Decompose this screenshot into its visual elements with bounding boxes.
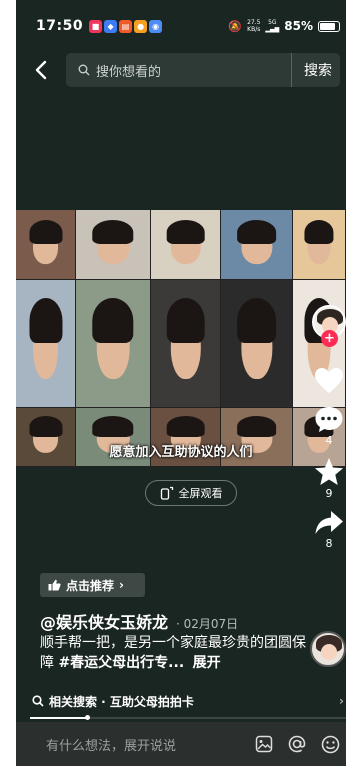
author-avatar[interactable]: + — [312, 305, 346, 347]
search-button[interactable]: 搜索 — [291, 53, 340, 87]
author-name[interactable]: @娱乐侠女玉娇龙 — [40, 609, 168, 633]
share-count: 8 — [325, 537, 333, 550]
video-tile — [151, 210, 221, 280]
signal-indicator: 5G ▂▄▆ — [265, 19, 280, 33]
search-placeholder: 搜你想看的 — [96, 64, 162, 80]
video-player[interactable] — [16, 210, 346, 467]
network-speed: 27.5 KB/s — [247, 19, 261, 33]
like-button[interactable] — [314, 367, 344, 395]
star-icon — [315, 458, 343, 485]
top-bar: 搜你想看的 搜索 — [16, 52, 346, 88]
battery-level — [320, 22, 336, 30]
follow-button[interactable]: + — [321, 330, 338, 347]
side-actions: + 4 9 8 — [312, 305, 346, 560]
search-input[interactable]: 搜你想看的 搜索 — [66, 53, 340, 87]
progress-fill — [30, 717, 87, 719]
signal-bars-icon: ▂▄▆ — [265, 26, 280, 33]
video-tile — [76, 210, 151, 280]
video-caption: 愿意加入互助协议的人们 — [109, 445, 253, 460]
thumbs-up-icon — [48, 579, 61, 591]
app-notification-icon: ● — [134, 19, 148, 33]
comment-count: 4 — [325, 434, 333, 447]
back-arrow-icon — [35, 60, 47, 80]
back-button[interactable] — [16, 52, 66, 88]
favorite-button[interactable]: 9 — [314, 457, 344, 500]
comment-tools — [255, 734, 340, 754]
battery-icon — [318, 20, 340, 32]
app-notification-icon: ◆ — [104, 19, 118, 33]
status-right: 🔕 27.5 KB/s 5G ▂▄▆ 85% — [228, 19, 340, 33]
related-search-label: 相关搜索 · 互助父母拍拍卡 — [49, 694, 194, 709]
video-tile — [76, 280, 151, 408]
video-progress-bar[interactable] — [30, 715, 346, 720]
comment-button[interactable]: 4 — [314, 405, 344, 447]
comment-input[interactable]: 有什么想法，展开说说 — [46, 735, 176, 754]
battery-percent: 85% — [284, 19, 313, 33]
mute-icon: 🔕 — [228, 19, 243, 33]
fullscreen-label: 全屏观看 — [178, 487, 223, 500]
post-date: · 02月07日 — [176, 617, 239, 631]
post-description[interactable]: 顺手帮一把，是另一个家庭最珍贵的团圆保障 #春运父母出行专... 展开 — [40, 633, 310, 673]
recommend-label: 点击推荐 — [66, 578, 115, 593]
heart-icon — [315, 368, 343, 393]
progress-handle[interactable] — [84, 715, 90, 720]
chevron-right-icon: › — [119, 578, 124, 592]
comment-icon — [315, 407, 343, 432]
fullscreen-button[interactable]: 全屏观看 — [145, 480, 237, 506]
share-arrow-icon — [315, 511, 343, 534]
author-line: @娱乐侠女玉娇龙 · 02月07日 — [40, 609, 238, 633]
video-screen: 17:50 ■ ◆ ▤ ● ◉ 🔕 27.5 KB/s 5G ▂▄▆ 85% 搜… — [16, 0, 346, 766]
app-notification-icon: ◉ — [149, 19, 163, 33]
video-tile — [151, 280, 221, 408]
fullscreen-icon — [160, 486, 173, 500]
video-tile — [16, 210, 76, 280]
video-tile — [221, 210, 293, 280]
video-tile — [16, 280, 76, 408]
favorite-count: 9 — [325, 487, 333, 500]
mention-icon[interactable] — [287, 734, 307, 754]
recommend-button[interactable]: 点击推荐 › — [40, 573, 145, 597]
search-icon — [78, 64, 90, 76]
video-tile — [293, 210, 346, 280]
chevron-right-icon: › — [339, 694, 344, 708]
hashtag-link[interactable]: #春运父母出行专... — [58, 655, 184, 671]
status-bar: 17:50 ■ ◆ ▤ ● ◉ 🔕 27.5 KB/s 5G ▂▄▆ 85% — [16, 0, 346, 52]
app-notification-icon: ▤ — [119, 19, 133, 33]
comment-bar: 有什么想法，展开说说 — [16, 722, 346, 766]
emoji-icon[interactable] — [321, 735, 340, 754]
notification-icons: ■ ◆ ▤ ● ◉ — [89, 19, 163, 33]
status-time: 17:50 — [36, 18, 84, 34]
image-icon[interactable] — [255, 735, 273, 753]
related-search[interactable]: 相关搜索 · 互助父母拍拍卡 › — [32, 689, 346, 713]
music-disc-avatar[interactable] — [310, 631, 346, 667]
share-button[interactable]: 8 — [314, 510, 344, 550]
search-icon — [32, 695, 44, 707]
video-tile — [221, 280, 293, 408]
expand-button[interactable]: 展开 — [193, 655, 221, 671]
app-notification-icon: ■ — [89, 19, 103, 33]
